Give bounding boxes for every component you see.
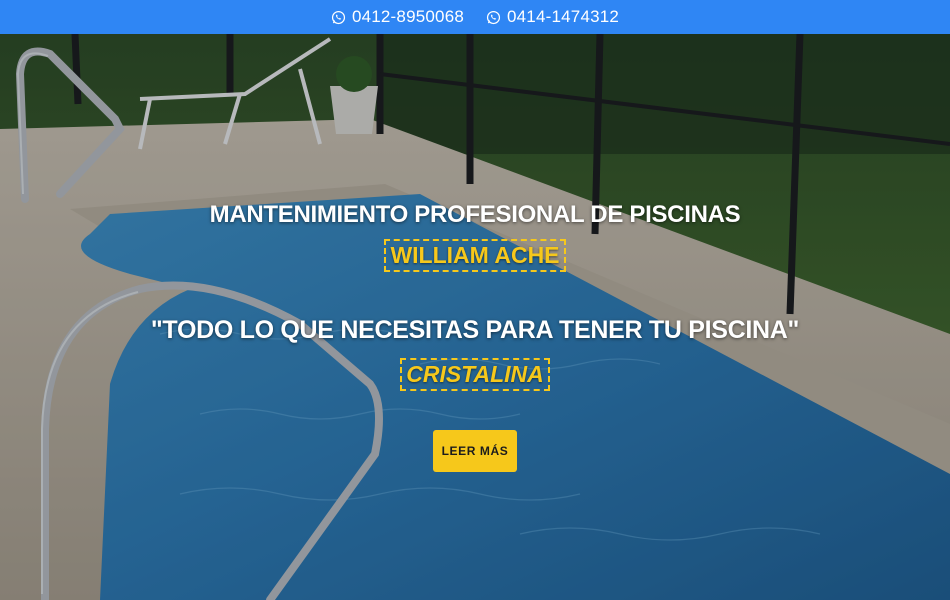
read-more-button[interactable]: LEER MÁS [433, 430, 517, 472]
hero-title: MANTENIMIENTO PROFESIONAL DE PISCINAS [209, 201, 741, 228]
phone-number: 0412-8950068 [351, 7, 464, 26]
whatsapp-icon [486, 10, 501, 25]
whatsapp-icon [331, 10, 346, 25]
whatsapp-phone-2[interactable]: 0414-1474312 [486, 7, 619, 27]
owner-name-badge: WILLIAM ACHE [384, 239, 566, 272]
hero-slogan: "TODO LO QUE NECESITAS PARA TENER TU PIS… [150, 316, 800, 344]
hero-section: MANTENIMIENTO PROFESIONAL DE PISCINAS WI… [0, 34, 950, 600]
top-contact-bar: 0412-8950068 0414-1474312 [0, 0, 950, 34]
phone-number: 0414-1474312 [507, 7, 620, 26]
hero-content: MANTENIMIENTO PROFESIONAL DE PISCINAS WI… [0, 34, 950, 600]
whatsapp-phone-1[interactable]: 0412-8950068 [331, 7, 464, 27]
slogan-accent-badge: CRISTALINA [400, 358, 550, 391]
